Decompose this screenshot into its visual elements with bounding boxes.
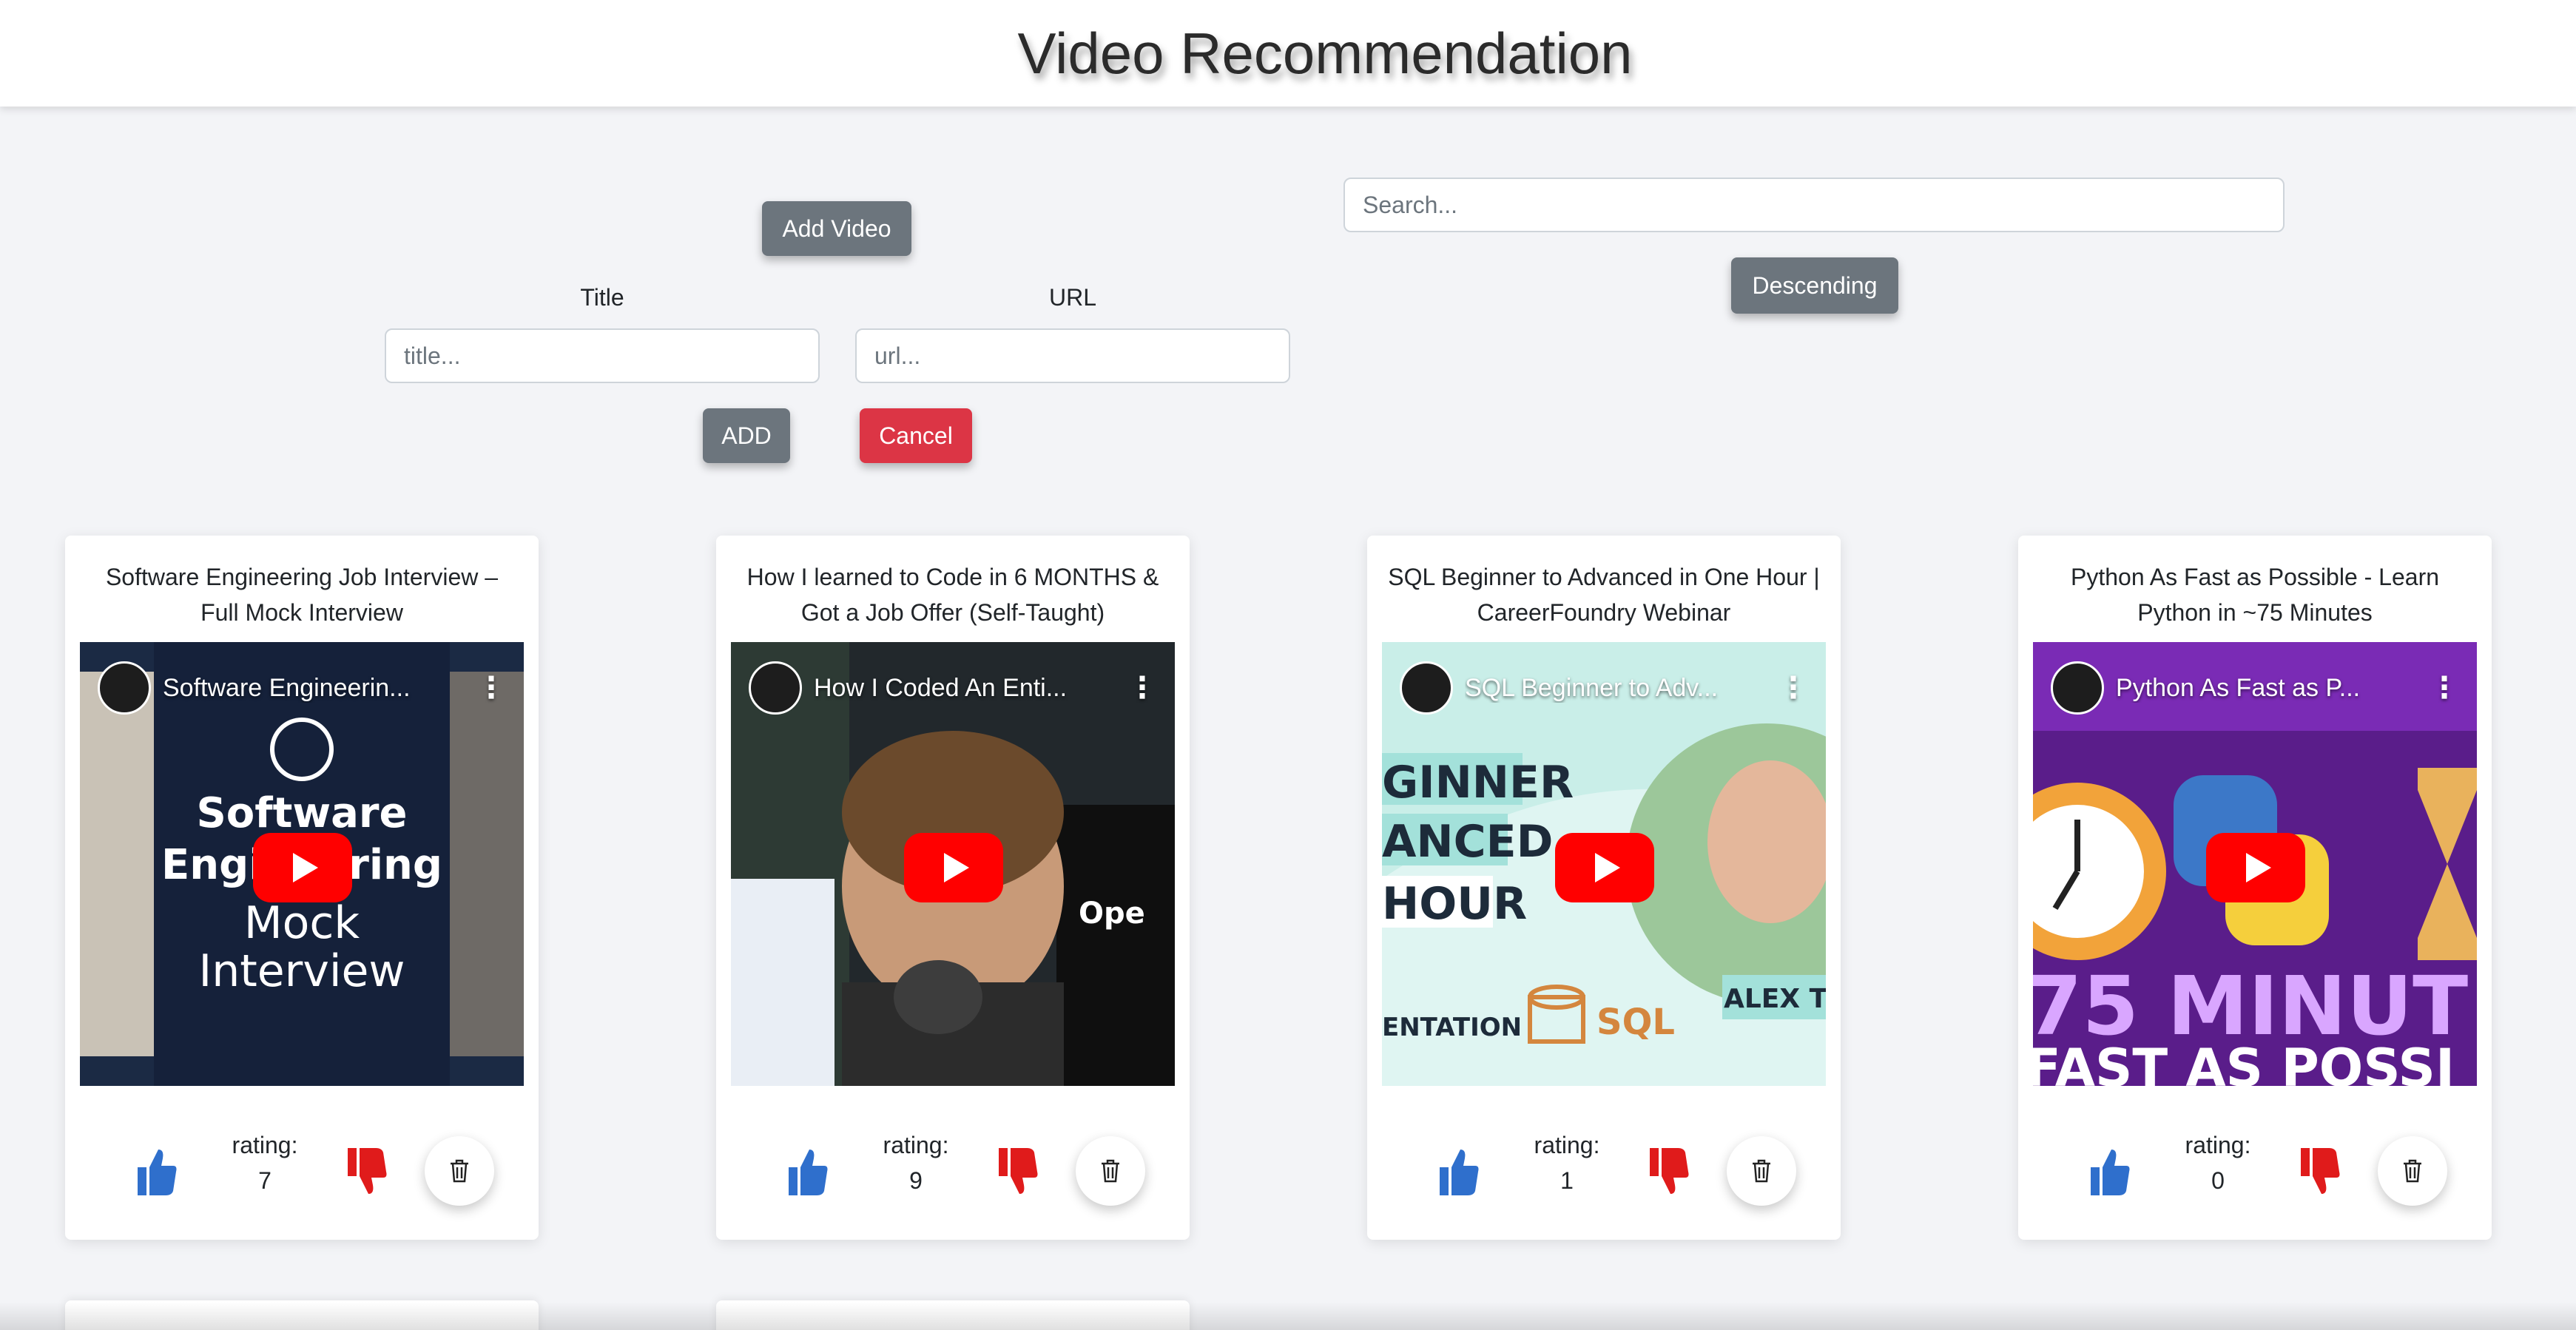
video-player[interactable]: Software Engineering Mock Interview Soft… — [80, 642, 524, 1086]
more-options-icon[interactable]: ⋮ — [1127, 671, 1157, 705]
sort-order-button[interactable]: Descending — [1731, 257, 1898, 314]
svg-text:ENTATION: ENTATION — [1382, 1013, 1522, 1042]
svg-text:SQL: SQL — [1596, 1002, 1675, 1043]
rating-display: rating: 7 — [204, 1127, 326, 1198]
delete-button[interactable] — [1727, 1136, 1796, 1206]
add-video-toggle-button[interactable]: Add Video — [762, 201, 911, 256]
channel-avatar — [2051, 661, 2104, 715]
play-icon[interactable] — [1555, 833, 1654, 902]
thumbs-down-icon[interactable] — [343, 1145, 391, 1198]
search-input[interactable] — [1343, 178, 2285, 232]
channel-avatar — [1400, 661, 1453, 715]
page-title: Video Recommendation — [1017, 20, 1633, 86]
rating-display: rating: 9 — [855, 1127, 977, 1198]
play-icon[interactable] — [253, 833, 352, 902]
svg-text:ANCED: ANCED — [1382, 816, 1553, 868]
more-options-icon[interactable]: ⋮ — [476, 671, 506, 705]
thumbs-up-icon[interactable] — [1435, 1145, 1483, 1198]
thumbnail-caption: Software Engineerin... ⋮ — [98, 661, 506, 715]
thumbs-up-icon[interactable] — [784, 1145, 832, 1198]
trash-icon — [2404, 1159, 2421, 1183]
svg-text:Ope: Ope — [1079, 897, 1145, 931]
channel-avatar — [749, 661, 802, 715]
cancel-button[interactable]: Cancel — [860, 408, 972, 463]
url-input[interactable] — [855, 328, 1290, 383]
thumbs-down-icon[interactable] — [2296, 1145, 2344, 1198]
video-title: Software Engineering Job Interview – Ful… — [105, 564, 499, 626]
play-icon[interactable] — [904, 833, 1003, 902]
delete-button[interactable] — [2378, 1136, 2447, 1206]
scroll-shadow — [0, 1302, 2576, 1330]
rating-value: 7 — [258, 1167, 272, 1194]
video-player[interactable]: 75 MINUT FAST AS POSSI Python As Fast as… — [2033, 642, 2477, 1086]
svg-text:FAST AS POSSI: FAST AS POSSI — [2033, 1038, 2455, 1086]
svg-text:Mock: Mock — [244, 897, 360, 949]
title-input[interactable] — [385, 328, 820, 383]
channel-avatar — [98, 661, 151, 715]
video-player[interactable]: Ope How I Coded An Enti... ⋮ — [731, 642, 1175, 1086]
play-icon[interactable] — [2206, 833, 2305, 902]
video-card: SQL Beginner to Advanced in One Hour | C… — [1367, 536, 1841, 1240]
rating-value: 9 — [909, 1167, 923, 1194]
svg-text:Interview: Interview — [199, 945, 405, 997]
rating-display: rating: 1 — [1506, 1127, 1628, 1198]
video-card: How I learned to Code in 6 MONTHS & Got … — [716, 536, 1190, 1240]
thumbnail-caption: SQL Beginner to Adv... ⋮ — [1400, 661, 1808, 715]
svg-text:GINNER: GINNER — [1382, 757, 1574, 809]
video-title: Python As Fast as Possible - Learn Pytho… — [2070, 564, 2440, 626]
trash-icon — [451, 1159, 468, 1183]
more-options-icon[interactable]: ⋮ — [2430, 671, 2459, 705]
url-field-label: URL — [1048, 284, 1096, 311]
title-field-label: Title — [580, 284, 624, 311]
video-card: Python As Fast as Possible - Learn Pytho… — [2018, 536, 2492, 1240]
video-player[interactable]: GINNER ANCED HOUR ENTATION SQL ALEX THE … — [1382, 642, 1826, 1086]
svg-text:Software: Software — [196, 789, 407, 837]
rating-display: rating: 0 — [2157, 1127, 2279, 1198]
thumbs-down-icon[interactable] — [1645, 1145, 1693, 1198]
trash-icon — [1102, 1159, 1119, 1183]
trash-icon — [1753, 1159, 1770, 1183]
rating-value: 0 — [2211, 1167, 2225, 1194]
video-title: How I learned to Code in 6 MONTHS & Got … — [746, 564, 1159, 626]
add-button[interactable]: ADD — [703, 408, 790, 463]
app-header: Video Recommendation — [0, 0, 2576, 107]
rating-value: 1 — [1560, 1167, 1574, 1194]
delete-button[interactable] — [1076, 1136, 1145, 1206]
video-title: SQL Beginner to Advanced in One Hour | C… — [1388, 564, 1820, 626]
more-options-icon[interactable]: ⋮ — [1778, 671, 1808, 705]
thumbnail-caption: How I Coded An Enti... ⋮ — [749, 661, 1157, 715]
delete-button[interactable] — [425, 1136, 494, 1206]
thumbs-down-icon[interactable] — [994, 1145, 1042, 1198]
thumbs-up-icon[interactable] — [2086, 1145, 2134, 1198]
video-card: Software Engineering Job Interview – Ful… — [65, 536, 539, 1240]
svg-text:HOUR: HOUR — [1382, 878, 1527, 930]
thumbs-up-icon[interactable] — [133, 1145, 181, 1198]
svg-text:ALEX THE: ALEX THE — [1724, 984, 1826, 1014]
thumbnail-caption: Python As Fast as P... ⋮ — [2051, 661, 2459, 715]
